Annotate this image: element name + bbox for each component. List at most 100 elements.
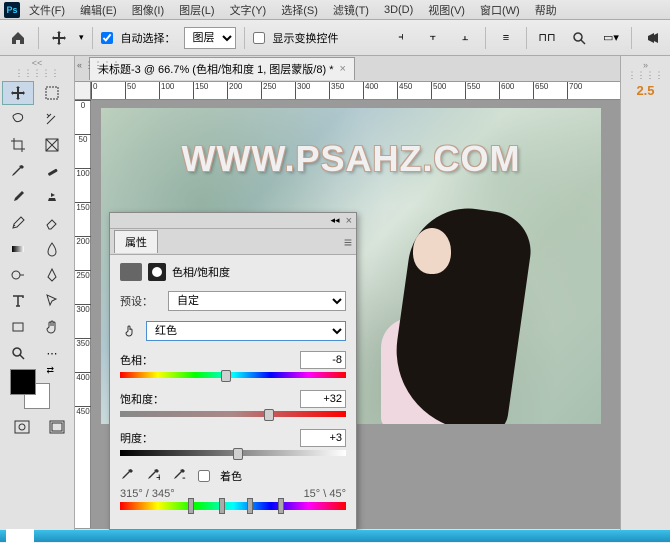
document-tab[interactable]: 未标题-3 @ 66.7% (色相/饱和度 1, 图层蒙版/8) * × bbox=[89, 57, 355, 80]
quick-mask-icon[interactable] bbox=[6, 415, 37, 439]
rectangle-tool[interactable] bbox=[2, 315, 34, 339]
hue-label: 色相： bbox=[120, 352, 300, 368]
dodge-tool[interactable] bbox=[2, 263, 34, 287]
move-tool[interactable] bbox=[2, 81, 34, 105]
layer-mask-icon[interactable] bbox=[148, 263, 166, 281]
hue-sat-icon[interactable] bbox=[120, 263, 142, 281]
menu-text[interactable]: 文字(Y) bbox=[224, 1, 273, 19]
distribute-icon[interactable]: ≡ bbox=[494, 26, 518, 50]
menu-filter[interactable]: 滤镜(T) bbox=[327, 1, 375, 19]
saturation-slider-thumb[interactable] bbox=[264, 409, 274, 421]
share-icon[interactable] bbox=[640, 26, 664, 50]
eyedropper-tool[interactable] bbox=[2, 159, 34, 183]
menu-help[interactable]: 帮助 bbox=[529, 1, 563, 19]
marquee-tool[interactable] bbox=[36, 81, 68, 105]
color-range-bar[interactable] bbox=[120, 502, 346, 510]
lasso-tool[interactable] bbox=[2, 107, 34, 131]
range-handle[interactable] bbox=[278, 498, 284, 514]
ruler-tick: 0 bbox=[75, 100, 91, 110]
hue-slider-thumb[interactable] bbox=[221, 370, 231, 382]
range-handle[interactable] bbox=[247, 498, 253, 514]
ruler-origin[interactable] bbox=[75, 82, 91, 100]
frame-tool[interactable] bbox=[36, 133, 68, 157]
lightness-slider-thumb[interactable] bbox=[233, 448, 243, 460]
swap-colors-icon[interactable]: ⇄ bbox=[46, 365, 54, 376]
move-tool-icon[interactable] bbox=[47, 26, 71, 50]
hue-input[interactable] bbox=[300, 351, 346, 369]
range-handle[interactable] bbox=[188, 498, 194, 514]
menu-edit[interactable]: 编辑(E) bbox=[74, 1, 123, 19]
eyedropper-add-icon[interactable]: + bbox=[146, 468, 162, 484]
arrange-docs-icon[interactable]: ▭▾ bbox=[599, 26, 623, 50]
pen-tool[interactable] bbox=[36, 263, 68, 287]
colorize-label: 着色 bbox=[220, 468, 242, 484]
menu-layer[interactable]: 图层(L) bbox=[173, 1, 220, 19]
menu-image[interactable]: 图像(I) bbox=[126, 1, 170, 19]
close-panel-icon[interactable]: × bbox=[346, 215, 352, 227]
eyedropper-icon[interactable] bbox=[120, 468, 136, 484]
lightness-slider[interactable] bbox=[120, 450, 346, 458]
eraser-tool[interactable] bbox=[36, 211, 68, 235]
ruler-tick: 400 bbox=[363, 82, 378, 100]
menu-file[interactable]: 文件(F) bbox=[23, 1, 71, 19]
menu-3d[interactable]: 3D(D) bbox=[378, 3, 419, 17]
options-bar: ▾ 自动选择： 图层 显示变换控件 ⫞ ⫟ ⫠ ≡ ⊓⊓ ▭▾ bbox=[0, 20, 670, 56]
range-handle[interactable] bbox=[219, 498, 225, 514]
zoom-tool[interactable] bbox=[2, 341, 34, 365]
menu-select[interactable]: 选择(S) bbox=[275, 1, 324, 19]
saturation-input[interactable] bbox=[300, 390, 346, 408]
brush-tool[interactable] bbox=[2, 185, 34, 209]
color-swatch[interactable]: ⇄ bbox=[10, 369, 50, 409]
panel-collapse-icon[interactable]: »⋮⋮⋮⋮ bbox=[625, 60, 666, 81]
clone-stamp-tool[interactable] bbox=[36, 185, 68, 209]
type-tool[interactable] bbox=[2, 289, 34, 313]
menu-view[interactable]: 视图(V) bbox=[422, 1, 471, 19]
preset-select[interactable]: 自定 bbox=[168, 291, 346, 311]
align-center-icon[interactable]: ⫟ bbox=[421, 26, 445, 50]
auto-select-checkbox[interactable] bbox=[101, 32, 113, 44]
align-left-icon[interactable]: ⫞ bbox=[389, 26, 413, 50]
show-transform-checkbox[interactable] bbox=[253, 32, 265, 44]
ruler-tick: 650 bbox=[533, 82, 548, 100]
foreground-color[interactable] bbox=[10, 369, 36, 395]
crop-tool[interactable] bbox=[2, 133, 34, 157]
healing-brush-tool[interactable] bbox=[36, 159, 68, 183]
blur-tool[interactable] bbox=[36, 237, 68, 261]
hand-tool[interactable] bbox=[36, 315, 68, 339]
eyedropper-subtract-icon[interactable]: - bbox=[172, 468, 188, 484]
separator bbox=[92, 27, 93, 49]
windows-start-button[interactable] bbox=[6, 529, 34, 543]
history-brush-tool[interactable] bbox=[2, 211, 34, 235]
panel-collapse-icon[interactable]: « ⋮⋮⋮⋮ bbox=[77, 60, 121, 71]
toolbox: <<⋮⋮⋮⋮⋮ ⋯ ⇄ bbox=[0, 56, 75, 542]
magic-wand-tool[interactable] bbox=[36, 107, 68, 131]
home-icon[interactable] bbox=[6, 26, 30, 50]
separator bbox=[485, 27, 486, 49]
color-range-select[interactable]: 红色 bbox=[146, 321, 346, 341]
screen-mode-icon[interactable] bbox=[41, 415, 72, 439]
lightness-input[interactable] bbox=[300, 429, 346, 447]
panel-titlebar[interactable]: ◂◂ × bbox=[110, 213, 356, 229]
more-tools-icon[interactable]: ⋯ bbox=[36, 341, 68, 365]
properties-tab[interactable]: 属性 bbox=[114, 230, 158, 253]
search-icon[interactable] bbox=[567, 26, 591, 50]
hue-slider[interactable] bbox=[120, 372, 346, 380]
collapse-panel-icon[interactable]: ◂◂ bbox=[331, 215, 340, 226]
dropdown-caret-icon[interactable]: ▾ bbox=[79, 32, 84, 43]
gradient-tool[interactable] bbox=[2, 237, 34, 261]
menu-bar: Ps 文件(F) 编辑(E) 图像(I) 图层(L) 文字(Y) 选择(S) 滤… bbox=[0, 0, 670, 20]
panel-menu-icon[interactable]: ≡ bbox=[344, 234, 352, 250]
close-tab-icon[interactable]: × bbox=[339, 63, 345, 75]
3d-mode-icon[interactable]: ⊓⊓ bbox=[535, 26, 559, 50]
separator bbox=[526, 27, 527, 49]
finger-scrubby-icon[interactable] bbox=[120, 322, 140, 340]
menu-window[interactable]: 窗口(W) bbox=[474, 1, 526, 19]
saturation-slider[interactable] bbox=[120, 411, 346, 419]
windows-taskbar[interactable] bbox=[0, 530, 670, 542]
preset-label: 预设： bbox=[120, 293, 162, 309]
path-selection-tool[interactable] bbox=[36, 289, 68, 313]
align-right-icon[interactable]: ⫠ bbox=[453, 26, 477, 50]
collapse-handle-icon[interactable]: <<⋮⋮⋮⋮⋮ bbox=[2, 58, 72, 79]
colorize-checkbox[interactable] bbox=[198, 470, 210, 482]
auto-select-mode[interactable]: 图层 bbox=[184, 27, 236, 49]
